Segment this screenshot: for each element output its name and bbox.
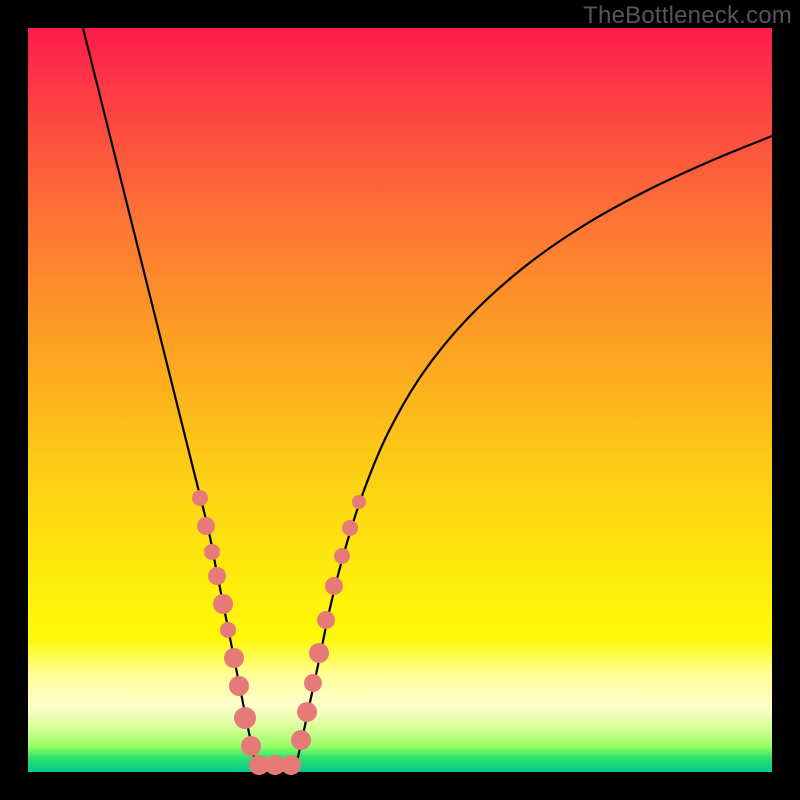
data-marker bbox=[352, 495, 366, 509]
data-marker bbox=[325, 577, 343, 595]
marker-group bbox=[192, 490, 366, 775]
data-marker bbox=[204, 544, 220, 560]
data-marker bbox=[229, 676, 249, 696]
data-marker bbox=[334, 548, 350, 564]
data-marker bbox=[208, 567, 226, 585]
chart-svg bbox=[28, 28, 772, 772]
data-marker bbox=[342, 520, 358, 536]
plot-area bbox=[28, 28, 772, 772]
data-marker bbox=[220, 622, 236, 638]
data-marker bbox=[304, 674, 322, 692]
data-marker bbox=[317, 611, 335, 629]
data-marker bbox=[309, 643, 329, 663]
data-marker bbox=[213, 594, 233, 614]
data-marker bbox=[281, 755, 301, 775]
bottleneck-curve-right bbox=[296, 136, 772, 766]
data-marker bbox=[241, 736, 261, 756]
data-marker bbox=[234, 707, 256, 729]
data-marker bbox=[192, 490, 208, 506]
watermark-text: TheBottleneck.com bbox=[583, 2, 792, 30]
data-marker bbox=[297, 702, 317, 722]
data-marker bbox=[197, 517, 215, 535]
data-marker bbox=[224, 648, 244, 668]
chart-frame: TheBottleneck.com bbox=[0, 0, 800, 800]
data-marker bbox=[291, 730, 311, 750]
